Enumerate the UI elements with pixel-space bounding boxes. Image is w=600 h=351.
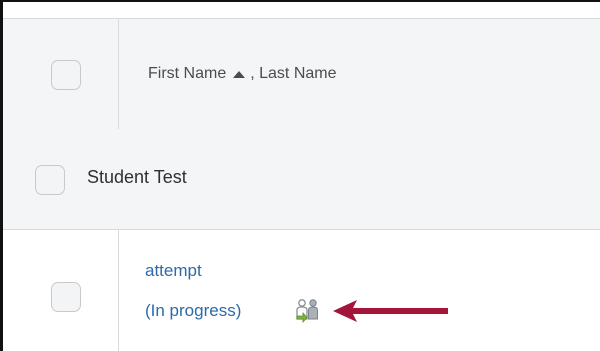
last-name-sort-link[interactable]: , Last Name	[250, 65, 336, 83]
table-frame: First Name , Last Name Student Test atte…	[0, 0, 600, 351]
pointer-arrow-icon	[333, 300, 448, 322]
attempt-link[interactable]: attempt	[145, 261, 202, 281]
row-checkbox[interactable]	[51, 282, 81, 312]
group-name: Student Test	[87, 167, 187, 187]
users-icon[interactable]	[293, 298, 323, 324]
group-checkbox[interactable]	[35, 165, 65, 195]
column-divider	[118, 19, 119, 129]
in-progress-status-link[interactable]: (In progress)	[145, 301, 241, 321]
group-row: Student Test	[3, 129, 600, 230]
table-header-row: First Name , Last Name	[3, 18, 600, 130]
column-divider	[118, 230, 119, 351]
name-column-header: First Name , Last Name	[148, 65, 337, 83]
table-row: attempt (In progress)	[3, 230, 600, 351]
select-all-checkbox[interactable]	[51, 60, 81, 90]
first-name-sort-link[interactable]: First Name	[148, 65, 226, 83]
sort-ascending-icon[interactable]	[233, 70, 246, 78]
